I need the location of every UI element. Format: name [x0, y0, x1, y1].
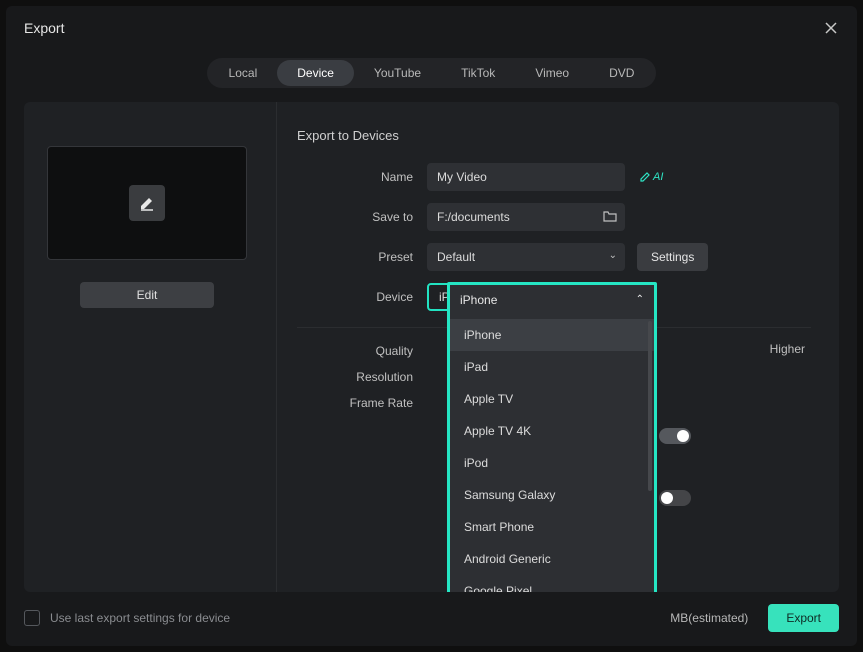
- saveto-label: Save to: [297, 210, 427, 224]
- use-last-settings-label: Use last export settings for device: [50, 611, 230, 625]
- export-panel: Edit Export to Devices Name AI Save to: [24, 102, 839, 592]
- tab-pill: Local Device YouTube TikTok Vimeo DVD: [207, 58, 657, 88]
- settings-button[interactable]: Settings: [637, 243, 708, 271]
- dropdown-option-smartphone[interactable]: Smart Phone: [450, 511, 654, 543]
- dropdown-option-pixel[interactable]: Google Pixel: [450, 575, 654, 592]
- pencil-icon: [138, 194, 156, 212]
- dropdown-option-appletv4k[interactable]: Apple TV 4K: [450, 415, 654, 447]
- saveto-input[interactable]: [427, 203, 625, 231]
- folder-icon: [603, 209, 617, 223]
- use-last-settings-checkbox[interactable]: [24, 610, 40, 626]
- preview-column: Edit: [24, 102, 276, 592]
- row-saveto: Save to: [297, 203, 811, 231]
- ai-label: AI: [653, 171, 663, 183]
- preset-select[interactable]: ⌄: [427, 243, 625, 271]
- row-name: Name AI: [297, 163, 811, 191]
- dropdown-option-ipad[interactable]: iPad: [450, 351, 654, 383]
- browse-folder-button[interactable]: [603, 209, 617, 228]
- device-label: Device: [297, 290, 427, 304]
- export-dialog: Export Local Device YouTube TikTok Vimeo…: [6, 6, 857, 646]
- framerate-label: Frame Rate: [297, 396, 427, 410]
- video-thumbnail: [47, 146, 247, 260]
- dropdown-option-ipod[interactable]: iPod: [450, 447, 654, 479]
- preset-value: [427, 243, 625, 271]
- name-input[interactable]: [427, 163, 625, 191]
- dropdown-scrollbar[interactable]: [648, 321, 652, 491]
- dropdown-selected[interactable]: iPhone ⌃: [450, 285, 654, 315]
- pencil-small-icon: [639, 171, 651, 183]
- tab-tiktok[interactable]: TikTok: [441, 60, 515, 86]
- export-button[interactable]: Export: [768, 604, 839, 632]
- tab-youtube[interactable]: YouTube: [354, 60, 441, 86]
- device-dropdown: iPhone ⌃ iPhone iPad Apple TV Apple TV 4…: [447, 282, 657, 592]
- dropdown-list[interactable]: iPhone iPad Apple TV Apple TV 4K iPod Sa…: [450, 315, 654, 592]
- row-preset: Preset ⌄ Settings: [297, 243, 811, 271]
- chevron-up-icon: ⌃: [636, 294, 644, 305]
- form-column: Export to Devices Name AI Save to: [276, 102, 839, 592]
- resolution-label: Resolution: [297, 370, 427, 384]
- tab-device[interactable]: Device: [277, 60, 354, 86]
- toggle-2[interactable]: [659, 490, 691, 506]
- dropdown-option-iphone[interactable]: iPhone: [450, 319, 654, 351]
- quality-label: Quality: [297, 344, 427, 358]
- dialog-title: Export: [24, 20, 64, 36]
- name-label: Name: [297, 170, 427, 184]
- tab-local[interactable]: Local: [209, 60, 278, 86]
- section-title: Export to Devices: [297, 128, 811, 143]
- edit-button[interactable]: Edit: [80, 282, 214, 308]
- dropdown-option-appletv[interactable]: Apple TV: [450, 383, 654, 415]
- close-icon: [824, 21, 838, 35]
- close-button[interactable]: [823, 20, 839, 36]
- dropdown-selected-label: iPhone: [460, 293, 497, 307]
- export-tabs: Local Device YouTube TikTok Vimeo DVD: [6, 58, 857, 88]
- tab-dvd[interactable]: DVD: [589, 60, 654, 86]
- preset-label: Preset: [297, 250, 427, 264]
- dialog-footer: Use last export settings for device MB(e…: [6, 604, 857, 646]
- size-estimate: MB(estimated): [670, 611, 748, 625]
- dropdown-option-samsung[interactable]: Samsung Galaxy: [450, 479, 654, 511]
- toggle-1[interactable]: [659, 428, 691, 444]
- thumbnail-placeholder: [129, 185, 165, 221]
- tab-vimeo[interactable]: Vimeo: [515, 60, 589, 86]
- titlebar: Export: [6, 6, 857, 46]
- dropdown-option-android[interactable]: Android Generic: [450, 543, 654, 575]
- ai-rename-button[interactable]: AI: [639, 171, 663, 183]
- quality-higher-text: Higher: [770, 342, 805, 356]
- chevron-down-icon: ⌄: [609, 250, 617, 261]
- saveto-field-wrap: [427, 203, 625, 231]
